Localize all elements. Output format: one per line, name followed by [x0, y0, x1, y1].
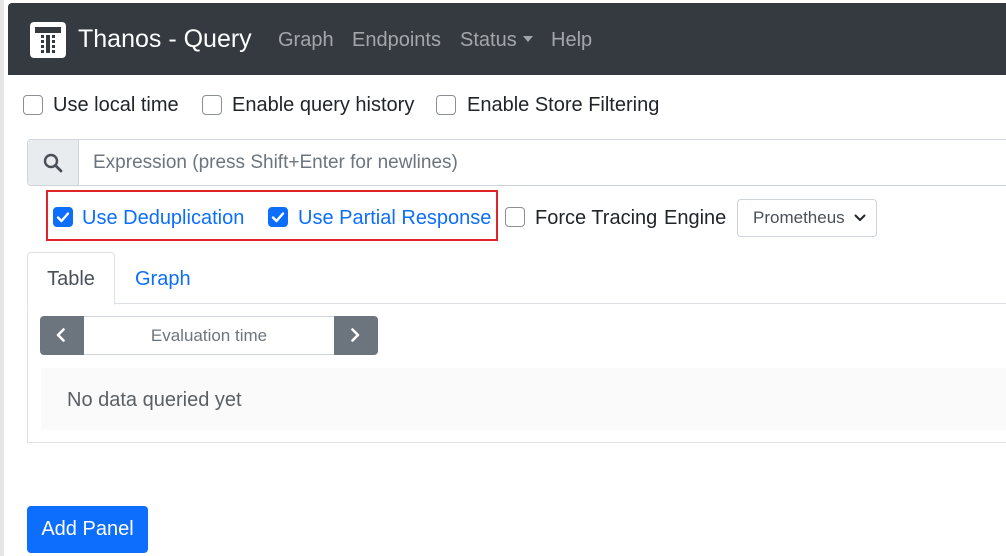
use-deduplication-checkbox[interactable] [53, 207, 73, 227]
caret-down-icon [522, 36, 533, 42]
tab-table[interactable]: Table [27, 252, 115, 305]
brand-title[interactable]: Thanos - Query [78, 23, 252, 55]
use-deduplication-label[interactable]: Use Deduplication [82, 205, 244, 231]
checkmark-icon [271, 212, 285, 223]
enable-store-filtering-label[interactable]: Enable Store Filtering [467, 92, 659, 118]
no-data-alert: No data queried yet [41, 368, 1006, 430]
thanos-logo-icon[interactable] [30, 22, 66, 58]
evaluation-time-next-button[interactable] [334, 316, 378, 355]
navbar: Thanos - Query Graph Endpoints Status He… [8, 3, 1006, 75]
expression-input[interactable] [80, 140, 1006, 185]
evaluation-time-input[interactable]: Evaluation time [84, 316, 334, 355]
checkmark-icon [56, 212, 70, 223]
enable-store-filtering-checkbox[interactable] [436, 95, 456, 115]
nav-link-status-label: Status [460, 29, 517, 51]
tab-graph[interactable]: Graph [135, 266, 191, 292]
add-panel-button[interactable]: Add Panel [27, 506, 148, 553]
engine-label: Engine [664, 207, 727, 229]
chevron-left-icon [56, 328, 65, 342]
force-tracing-label[interactable]: Force Tracing [535, 205, 657, 231]
engine-select[interactable]: Prometheus [737, 199, 877, 237]
enable-query-history-label[interactable]: Enable query history [232, 92, 414, 118]
nav-link-endpoints[interactable]: Endpoints [352, 27, 441, 53]
page-frame: Thanos - Query Graph Endpoints Status He… [0, 0, 1006, 556]
use-partial-response-label[interactable]: Use Partial Response [298, 205, 491, 231]
chevron-right-icon [351, 328, 360, 342]
enable-query-history-checkbox[interactable] [202, 95, 222, 115]
no-data-text: No data queried yet [67, 389, 242, 411]
expression-input-group [27, 139, 1006, 186]
nav-link-graph[interactable]: Graph [278, 27, 334, 53]
use-partial-response-checkbox[interactable] [268, 207, 288, 227]
chevron-down-icon [854, 214, 866, 221]
search-icon [43, 153, 63, 173]
nav-link-status[interactable]: Status [460, 27, 533, 53]
use-local-time-checkbox[interactable] [23, 95, 43, 115]
search-addon [28, 140, 79, 185]
nav-link-help[interactable]: Help [551, 27, 592, 53]
force-tracing-checkbox[interactable] [505, 207, 525, 227]
engine-select-value: Prometheus [753, 208, 845, 227]
evaluation-time-prev-button[interactable] [40, 316, 84, 355]
use-local-time-label[interactable]: Use local time [53, 92, 179, 118]
